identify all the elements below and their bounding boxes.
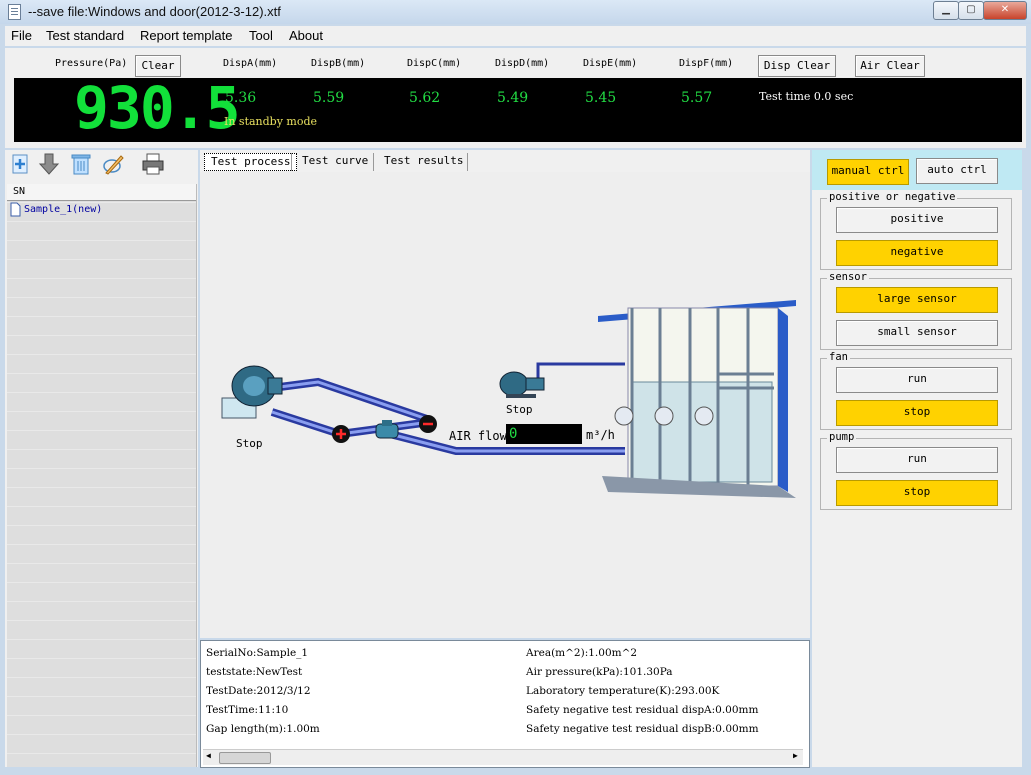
- menu-file[interactable]: File: [11, 28, 32, 43]
- positive-negative-group: positive or negative positive negative: [820, 191, 1012, 270]
- disp-e-header: DispE(mm): [583, 58, 638, 69]
- new-sample-icon[interactable]: [9, 152, 33, 176]
- menu-test-standard[interactable]: Test standard: [46, 28, 124, 43]
- tab-divider: [373, 153, 374, 171]
- pump-group: pump run stop: [820, 431, 1012, 510]
- auto-ctrl-button[interactable]: auto ctrl: [916, 158, 998, 184]
- menu-report-template[interactable]: Report template: [140, 28, 233, 43]
- info-air-pressure: Air pressure(kPa):101.30Pa: [526, 666, 673, 678]
- large-sensor-button[interactable]: large sensor: [836, 287, 998, 313]
- document-icon: [8, 4, 21, 20]
- control-panel: manual ctrl auto ctrl positive or negati…: [812, 150, 1022, 767]
- fan-group: fan run stop: [820, 351, 1012, 430]
- scroll-left-icon[interactable]: ◀: [206, 751, 211, 760]
- info-serial: SerialNo:Sample_1: [206, 647, 309, 659]
- maximize-button[interactable]: ▢: [958, 1, 984, 20]
- tab-test-curve[interactable]: Test curve: [296, 153, 374, 169]
- test-chamber-icon: [598, 300, 796, 498]
- group-title: positive or negative: [827, 191, 958, 203]
- disp-a-value: 5.36: [225, 90, 257, 106]
- tab-bar: Test process Test curve Test results: [200, 150, 810, 172]
- disp-b-header: DispB(mm): [311, 58, 366, 69]
- manual-ctrl-button[interactable]: manual ctrl: [827, 159, 909, 185]
- tab-test-results[interactable]: Test results: [378, 153, 469, 169]
- pump-status: Stop: [506, 403, 533, 416]
- info-residual-disp-a: Safety negative test residual dispA:0.00…: [526, 704, 759, 716]
- horizontal-scrollbar[interactable]: ◀ ▶: [203, 749, 803, 765]
- negative-button[interactable]: negative: [836, 240, 998, 266]
- sample-list[interactable]: SN Sample_1(new): [7, 184, 197, 767]
- negative-valve-icon: [419, 415, 437, 433]
- pump-stop-button[interactable]: stop: [836, 480, 998, 506]
- measurement-panel: Pressure(Pa) Clear DispA(mm) DispB(mm) D…: [5, 48, 1026, 148]
- status-text: In standby mode: [224, 115, 318, 128]
- pump-run-button[interactable]: run: [836, 447, 998, 473]
- info-test-date: TestDate:2012/3/12: [206, 685, 311, 697]
- tab-test-process[interactable]: Test process: [204, 153, 298, 171]
- air-flow-field: 0: [506, 424, 582, 444]
- scroll-right-icon[interactable]: ▶: [793, 751, 798, 760]
- info-test-time: TestTime:11:10: [206, 704, 289, 716]
- air-clear-button[interactable]: Air Clear: [855, 55, 925, 77]
- group-title: sensor: [827, 271, 869, 283]
- fan-run-button[interactable]: run: [836, 367, 998, 393]
- disp-f-value: 5.57: [681, 90, 713, 106]
- minimize-button[interactable]: ▁: [933, 1, 959, 20]
- pump-icon: [499, 371, 545, 398]
- menu-tool[interactable]: Tool: [249, 28, 273, 43]
- air-flow-label: AIR flow: [449, 429, 507, 443]
- close-button[interactable]: ✕: [983, 1, 1027, 20]
- group-title: pump: [827, 431, 857, 443]
- mode-bar: manual ctrl auto ctrl: [812, 150, 1022, 190]
- readout-display: 930.5 5.36 5.59 5.62 5.49 5.45 5.57 In s…: [14, 74, 1022, 142]
- edit-icon[interactable]: [101, 152, 125, 176]
- window-title: --save file:Windows and door(2012-3-12).…: [28, 4, 281, 19]
- test-info-panel: SerialNo:Sample_1 teststate:NewTest Test…: [200, 640, 810, 768]
- disp-b-value: 5.59: [313, 90, 345, 106]
- disp-clear-button[interactable]: Disp Clear: [758, 55, 836, 77]
- positive-valve-icon: [332, 425, 350, 443]
- import-arrow-icon[interactable]: [37, 152, 61, 176]
- file-icon: [10, 202, 21, 217]
- info-gap-length: Gap length(m):1.00m: [206, 723, 320, 735]
- disp-c-value: 5.62: [409, 90, 441, 106]
- sample-panel: SN Sample_1(new): [5, 150, 198, 767]
- fan-stop-button[interactable]: stop: [836, 400, 998, 426]
- sensor-group: sensor large sensor small sensor: [820, 271, 1012, 350]
- disp-d-value: 5.49: [497, 90, 529, 106]
- fan-status: Stop: [236, 437, 263, 450]
- title-bar: --save file:Windows and door(2012-3-12).…: [0, 0, 1031, 24]
- pressure-label: Pressure(Pa): [55, 58, 128, 69]
- air-flow-value: 0: [509, 426, 518, 442]
- disp-a-header: DispA(mm): [223, 58, 278, 69]
- disp-c-header: DispC(mm): [407, 58, 462, 69]
- disp-e-value: 5.45: [585, 90, 617, 106]
- positive-button[interactable]: positive: [836, 207, 998, 233]
- test-time: Test time 0.0 sec: [759, 90, 854, 103]
- menu-bar: File Test standard Report template Tool …: [5, 26, 1026, 46]
- small-sensor-button[interactable]: small sensor: [836, 320, 998, 346]
- menu-about[interactable]: About: [289, 28, 323, 43]
- sample-item[interactable]: Sample_1(new): [24, 204, 102, 215]
- flow-meter-icon: [375, 420, 399, 439]
- pressure-value: 930.5: [74, 74, 241, 142]
- scroll-thumb[interactable]: [219, 752, 271, 764]
- delete-trash-icon[interactable]: [69, 152, 93, 176]
- info-area: Area(m^2):1.00m^2: [526, 647, 638, 659]
- sn-column-header: SN: [7, 184, 196, 201]
- printer-icon[interactable]: [141, 152, 165, 176]
- process-diagram: Stop Stop AIR flow 0 m³/h: [200, 172, 810, 638]
- disp-f-header: DispF(mm): [679, 58, 734, 69]
- info-lab-temperature: Laboratory temperature(K):293.00K: [526, 685, 720, 697]
- disp-d-header: DispD(mm): [495, 58, 550, 69]
- info-residual-disp-b: Safety negative test residual dispB:0.00…: [526, 723, 759, 735]
- fan-blower-icon: [221, 365, 283, 419]
- tab-divider: [291, 153, 292, 171]
- group-title: fan: [827, 351, 850, 363]
- info-teststate: teststate:NewTest: [206, 666, 303, 678]
- tab-divider: [467, 153, 468, 171]
